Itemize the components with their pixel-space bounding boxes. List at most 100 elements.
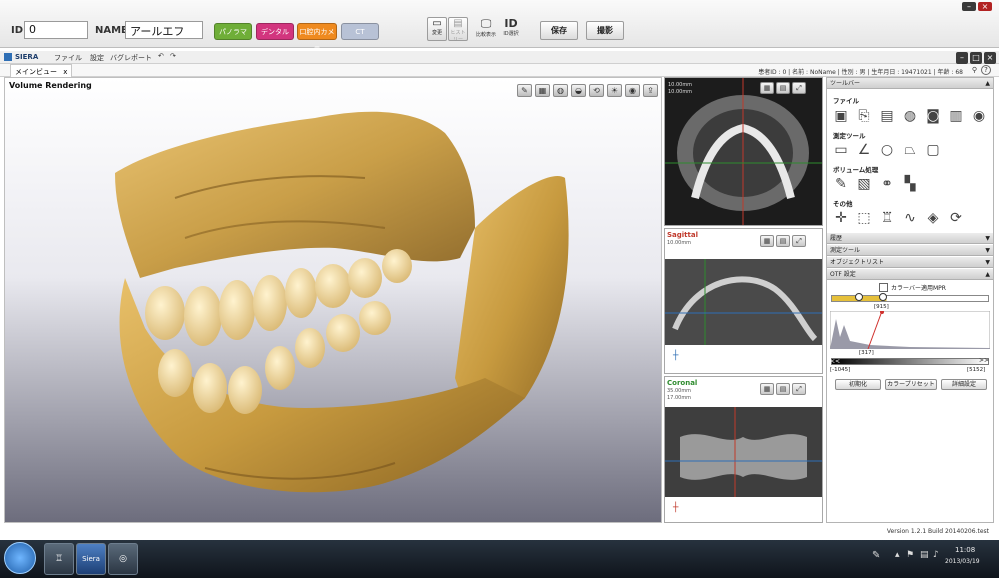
- collapse-icon: ▲: [985, 271, 990, 278]
- section-history[interactable]: 履歴 ▼: [827, 233, 993, 244]
- coronal-slice-image: [665, 407, 822, 497]
- cube-icon[interactable]: ◈: [925, 210, 941, 226]
- advanced-settings-button[interactable]: 詳細設定: [941, 379, 987, 390]
- minimize-button[interactable]: –: [962, 2, 976, 11]
- coronal-grid-icon[interactable]: ▤: [776, 383, 790, 395]
- angle-icon[interactable]: ∠: [856, 142, 872, 158]
- range-left-arrow[interactable]: <<: [830, 358, 840, 365]
- tooth-icon[interactable]: ♖: [879, 210, 895, 226]
- capture-button[interactable]: 撮影: [586, 21, 624, 40]
- axial-layout-icon[interactable]: ▦: [760, 82, 774, 94]
- search-icon[interactable]: ⚲: [972, 66, 977, 74]
- color-handle-right[interactable]: [879, 293, 887, 301]
- collapse-icon[interactable]: ▲: [985, 78, 990, 89]
- color-handle-left[interactable]: [855, 293, 863, 301]
- monitor-icon: 🖵: [480, 17, 492, 30]
- panorama-mode-button[interactable]: パノラマ: [214, 23, 252, 40]
- coronal-axis-icon: ┼: [673, 503, 679, 513]
- reset-button[interactable]: 初期化: [835, 379, 881, 390]
- coronal-maximize-icon[interactable]: ⤢: [792, 383, 806, 395]
- history-button[interactable]: ▤ ヒストリー: [448, 17, 468, 43]
- volume-icon[interactable]: ♪: [933, 550, 939, 560]
- sagittal-layout-icon[interactable]: ▦: [760, 235, 774, 247]
- sagittal-axis-icon: ┼: [673, 351, 679, 361]
- colorbar-checkbox[interactable]: [879, 283, 888, 292]
- ruler-icon[interactable]: ▭: [833, 142, 849, 158]
- map-icon[interactable]: ▚: [902, 176, 918, 192]
- axial-grid-icon[interactable]: ▤: [776, 82, 790, 94]
- export-icon[interactable]: ⎘: [856, 108, 872, 124]
- change-button[interactable]: ▭ 変更: [427, 17, 447, 41]
- crosshair-icon[interactable]: ✛: [833, 210, 849, 226]
- axial-slice-panel[interactable]: 10.00mm 10.00mm ▦ ▤ ⤢: [664, 77, 823, 226]
- crop-icon[interactable]: ▧: [856, 176, 872, 192]
- clock-time[interactable]: 11:08: [955, 546, 975, 554]
- note-icon[interactable]: ▢: [925, 142, 941, 158]
- app-maximize-button[interactable]: □: [970, 52, 982, 64]
- open-icon[interactable]: ▣: [833, 108, 849, 124]
- section-object-list[interactable]: オブジェクトリスト ▼: [827, 257, 993, 268]
- segment-icon[interactable]: ⚭: [879, 176, 895, 192]
- clock-date[interactable]: 2013/03/19: [945, 558, 980, 565]
- close-button[interactable]: ×: [978, 2, 992, 11]
- menu-file[interactable]: ファイル: [54, 53, 82, 63]
- color-preset-button[interactable]: カラープリセット: [885, 379, 937, 390]
- toolbar-header[interactable]: ツールバー ▲: [827, 78, 993, 89]
- help-icon[interactable]: ?: [981, 65, 991, 75]
- dental-mode-button[interactable]: デンタル: [256, 23, 294, 40]
- section-otf-settings[interactable]: OTF 設定 ▲: [827, 269, 993, 280]
- undo-icon[interactable]: ↶: [158, 52, 164, 60]
- siera-app-icon[interactable]: Siera: [76, 543, 106, 575]
- volume-rendering-view[interactable]: Volume Rendering ✎ ▦ ◍ ◒ ⟲ ☀ ◉ ⇪: [4, 77, 662, 523]
- top-toolbar: ID 0 NAME アールエフ パノラマ デンタル 口腔内カメラ CT ▭ 変更…: [0, 0, 999, 53]
- intraoral-camera-mode-button[interactable]: 口腔内カメラ: [297, 23, 337, 53]
- otf-histogram[interactable]: [830, 311, 990, 349]
- range-right-arrow[interactable]: >>: [979, 357, 989, 364]
- cd-icon[interactable]: ◉: [971, 108, 987, 124]
- group-other-title: その他: [833, 200, 853, 208]
- print-icon[interactable]: ◍: [902, 108, 918, 124]
- tray-arrow-icon[interactable]: ▴: [895, 550, 900, 560]
- sagittal-maximize-icon[interactable]: ⤢: [792, 235, 806, 247]
- tab-main-view[interactable]: メインビュー x: [10, 64, 73, 77]
- coronal-slice-panel[interactable]: Coronal 35.00mm 17.00mm ▦ ▤ ⤢ ┼: [664, 376, 823, 523]
- coronal-layout-icon[interactable]: ▦: [760, 383, 774, 395]
- volume-rendering-image: [115, 111, 569, 493]
- rotate-icon[interactable]: ⟳: [948, 210, 964, 226]
- id-select-button[interactable]: ID ID選択: [500, 17, 522, 41]
- redo-icon[interactable]: ↷: [170, 52, 176, 60]
- ct-mode-button[interactable]: CT: [341, 23, 379, 40]
- save-icon[interactable]: ▤: [879, 108, 895, 124]
- sagittal-label: Sagittal: [667, 231, 698, 239]
- menu-bug-report[interactable]: バグレポート: [110, 53, 152, 63]
- axial-slice-image: [665, 78, 822, 225]
- pen-icon[interactable]: ✎: [872, 550, 880, 561]
- section-measure-tools[interactable]: 測定ツール ▼: [827, 245, 993, 256]
- sagittal-grid-icon[interactable]: ▤: [776, 235, 790, 247]
- viewer-app-icon[interactable]: ◎: [108, 543, 138, 575]
- coronal-label: Coronal: [667, 379, 698, 387]
- flag-icon[interactable]: ⚑: [906, 550, 914, 560]
- app-minimize-button[interactable]: –: [956, 52, 968, 64]
- tab-bar: メインビュー x 患者ID : 0 | 名前 : NoName | 性別 : 男…: [0, 64, 999, 77]
- tooth-app-icon[interactable]: ♖: [44, 543, 74, 575]
- axial-maximize-icon[interactable]: ⤢: [792, 82, 806, 94]
- curve-icon[interactable]: ∿: [902, 210, 918, 226]
- name-field[interactable]: アールエフ: [125, 21, 203, 39]
- start-icon[interactable]: [4, 542, 36, 574]
- otf-gray-bar[interactable]: [831, 358, 989, 365]
- brush-icon[interactable]: ✎: [833, 176, 849, 192]
- app-close-button[interactable]: ×: [984, 52, 996, 64]
- camera-icon[interactable]: ◙: [925, 108, 941, 124]
- menu-settings[interactable]: 設定: [90, 53, 104, 63]
- compare-view-button[interactable]: 🖵 比較表示: [475, 17, 497, 41]
- sagittal-slice-panel[interactable]: Sagittal 10.00mm ▦ ▤ ⤢ ┼: [664, 228, 823, 374]
- polygon-icon[interactable]: ⏢: [902, 142, 918, 158]
- box-icon[interactable]: ⬚: [856, 210, 872, 226]
- network-icon[interactable]: ▤: [920, 550, 929, 560]
- tab-close-icon[interactable]: x: [63, 68, 67, 76]
- circle-icon[interactable]: ○: [879, 142, 895, 158]
- id-field[interactable]: 0: [24, 21, 88, 39]
- scan-icon[interactable]: ▥: [948, 108, 964, 124]
- save-button[interactable]: 保存: [540, 21, 578, 40]
